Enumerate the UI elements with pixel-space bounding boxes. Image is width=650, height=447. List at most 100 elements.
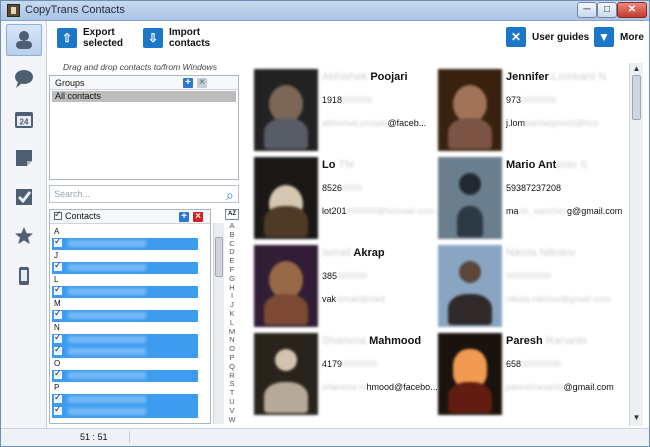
- wrench-icon: ✕: [506, 27, 526, 47]
- all-contacts-group[interactable]: All contacts: [52, 91, 236, 102]
- export-label-line1: Export: [83, 27, 115, 38]
- contacts-scrollbar[interactable]: [213, 223, 224, 424]
- contact-card[interactable]: Abhishek Poojari 1918000000 abhishek.poo…: [246, 69, 426, 151]
- export-selected-button[interactable]: ⇧ Export selected: [57, 27, 123, 49]
- contact-checkbox[interactable]: [54, 308, 62, 319]
- contact-checkbox[interactable]: [54, 332, 62, 343]
- tasks-nav-button[interactable]: [6, 181, 42, 213]
- contact-card[interactable]: Shamma Mahmood 41790000000 shamma.mhmood…: [246, 333, 438, 415]
- notes-nav-button[interactable]: [6, 142, 42, 174]
- app-window: CopyTrans Contacts ─ □ ✕ 24 ⇧ Export sel…: [0, 0, 650, 447]
- favorites-nav-button[interactable]: [6, 220, 42, 252]
- contact-checkbox[interactable]: [54, 284, 62, 295]
- export-label-line2: selected: [83, 38, 124, 49]
- add-group-button[interactable]: +: [183, 78, 193, 88]
- cards-scroll-thumb[interactable]: [632, 75, 641, 120]
- contact-checkbox[interactable]: [54, 404, 62, 415]
- export-icon: ⇧: [57, 28, 77, 48]
- scroll-down-arrow[interactable]: ▼: [630, 412, 643, 424]
- messages-icon: [15, 70, 33, 88]
- contact-email-tail: @gmail.com: [563, 382, 614, 392]
- title-bar: CopyTrans Contacts ─ □ ✕: [1, 1, 649, 21]
- close-button[interactable]: ✕: [617, 2, 647, 18]
- contacts-icon: [16, 31, 32, 49]
- contact-checkbox[interactable]: [54, 260, 62, 271]
- scroll-up-arrow[interactable]: ▲: [630, 63, 643, 75]
- status-bar: 51 : 51: [1, 428, 649, 446]
- import-label-line1: Import: [169, 27, 201, 38]
- contact-row[interactable]: [52, 344, 198, 358]
- contact-checkbox[interactable]: [54, 344, 62, 355]
- sort-az-button[interactable]: AZ: [225, 209, 239, 220]
- alphabet-index[interactable]: AZ A B C D E F G H I J K L M N O P Q R S: [225, 209, 239, 424]
- phone-icon: [19, 267, 29, 285]
- letter-header: P: [54, 383, 60, 392]
- contact-row[interactable]: [52, 404, 198, 418]
- contact-phone: 658: [506, 359, 522, 369]
- more-button[interactable]: ▼ More: [594, 27, 644, 47]
- groups-header: Groups + ×: [50, 76, 238, 90]
- letter-header: L: [54, 275, 59, 284]
- contacts-label: Contacts: [65, 211, 101, 221]
- contact-phone: 4179: [322, 359, 343, 369]
- user-guides-button[interactable]: ✕ User guides: [506, 27, 589, 47]
- minimize-button[interactable]: ─: [577, 2, 597, 18]
- contacts-list-panel: Contacts + × A J L M N O P: [49, 209, 211, 424]
- app-icon: [7, 4, 20, 17]
- device-nav-button[interactable]: [6, 260, 42, 292]
- contact-name: Mario Ant: [506, 159, 557, 171]
- calendar-nav-button[interactable]: 24: [6, 103, 42, 135]
- contact-card[interactable]: Paresh Rananbi 65800000000 pareshrananbi…: [430, 333, 614, 415]
- svg-text:24: 24: [20, 118, 29, 127]
- maximize-button[interactable]: □: [597, 2, 617, 18]
- contact-phone: 59387237208: [506, 183, 562, 193]
- contact-row[interactable]: [52, 284, 198, 298]
- contact-checkbox[interactable]: [54, 236, 62, 247]
- contact-card[interactable]: Lo Thi 85260000 lot201000000@hotmail.com: [246, 157, 434, 239]
- contact-card[interactable]: Mario Antonio S 59387237208 mario_sanche…: [430, 157, 622, 239]
- letter-header: M: [54, 299, 61, 308]
- contact-row[interactable]: [52, 392, 198, 406]
- contact-name: Mahmood: [369, 335, 422, 347]
- contact-row[interactable]: [52, 308, 198, 322]
- contacts-scroll-thumb[interactable]: [215, 237, 223, 277]
- contact-row[interactable]: [52, 368, 198, 382]
- contact-email: vak: [322, 294, 337, 304]
- select-all-checkbox[interactable]: [54, 210, 62, 220]
- delete-contact-button[interactable]: ×: [193, 212, 203, 222]
- contact-phone: 1918: [322, 95, 343, 105]
- contact-card[interactable]: Nikola Nikolov 000000000 nikola.nikolov@…: [430, 245, 610, 327]
- cards-scrollbar[interactable]: ▲ ▼: [629, 63, 643, 426]
- contacts-nav-button[interactable]: [6, 24, 42, 56]
- notes-icon: [16, 150, 32, 166]
- contact-row[interactable]: [52, 236, 198, 250]
- contact-card[interactable]: Jennifer Lombard N 9730000000 j.lombarda…: [430, 69, 610, 151]
- contact-email: hmood@facebo...: [366, 382, 438, 392]
- messages-nav-button[interactable]: [6, 63, 42, 95]
- delete-group-button[interactable]: ×: [197, 78, 207, 88]
- alpha-letter[interactable]: W: [225, 415, 239, 425]
- contact-photo: [438, 245, 502, 327]
- contact-row[interactable]: [52, 332, 198, 346]
- letter-header: J: [54, 251, 58, 260]
- contact-photo: [438, 69, 502, 151]
- contact-checkbox[interactable]: [54, 368, 62, 379]
- tasks-icon: [16, 189, 32, 205]
- star-icon: [15, 227, 33, 244]
- user-guides-label: User guides: [532, 31, 590, 43]
- search-box[interactable]: Search... ⌕: [49, 185, 239, 203]
- contact-photo: [254, 333, 318, 415]
- letter-header: A: [54, 227, 60, 236]
- contact-email: ma: [506, 206, 519, 216]
- main-toolbar: ⇧ Export selected ⇩ Import contacts ✕ Us…: [47, 21, 649, 59]
- contact-cards-grid: Abhishek Poojari 1918000000 abhishek.poo…: [246, 59, 634, 428]
- contact-email-tail: g@gmail.com: [567, 206, 623, 216]
- contact-row[interactable]: [52, 260, 198, 274]
- contact-card[interactable]: Ismail Akrap 385000000 vakismail@mkd: [246, 245, 426, 327]
- more-label: More: [620, 31, 644, 43]
- contact-checkbox[interactable]: [54, 392, 62, 403]
- contact-count: 51 : 51: [80, 432, 108, 442]
- search-icon[interactable]: ⌕: [226, 187, 242, 203]
- add-contact-button[interactable]: +: [179, 212, 189, 222]
- import-contacts-button[interactable]: ⇩ Import contacts: [143, 27, 210, 49]
